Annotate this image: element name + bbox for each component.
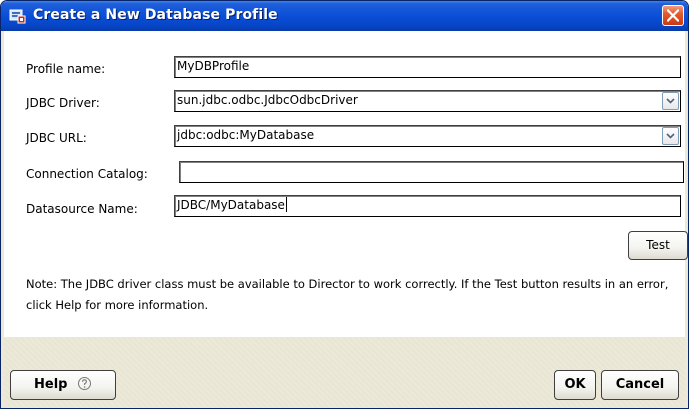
jdbc-url-value: jdbc:odbc:MyDatabase (177, 128, 315, 142)
connection-catalog-label: Connection Catalog: (26, 167, 148, 181)
chevron-down-icon (666, 133, 675, 139)
datasource-name-label: Datasource Name: (26, 202, 138, 216)
jdbc-url-select[interactable]: jdbc:odbc:MyDatabase (174, 125, 681, 147)
jdbc-url-dropdown-button[interactable] (662, 127, 679, 145)
chevron-down-icon (666, 98, 675, 104)
dialog-window: Create a New Database Profile Profile na… (0, 0, 689, 409)
jdbc-url-label: JDBC URL: (26, 131, 87, 145)
dialog-body: Profile name: MyDBProfile JDBC Driver: s… (4, 31, 688, 337)
help-button-label: Help (34, 377, 68, 392)
test-button[interactable]: Test (628, 231, 688, 260)
title-bar[interactable]: Create a New Database Profile (1, 1, 688, 31)
jdbc-driver-label: JDBC Driver: (26, 96, 100, 110)
profile-name-label: Profile name: (26, 62, 106, 76)
note-text: Note: The JDBC driver class must be avai… (26, 277, 669, 312)
database-profile-icon (9, 8, 26, 24)
cancel-button[interactable]: Cancel (601, 370, 679, 400)
profile-name-input[interactable]: MyDBProfile (174, 56, 681, 78)
ok-button[interactable]: OK (554, 370, 596, 400)
jdbc-driver-value: sun.jdbc.odbc.JdbcOdbcDriver (177, 93, 358, 107)
jdbc-driver-dropdown-button[interactable] (662, 92, 679, 110)
jdbc-driver-select[interactable]: sun.jdbc.odbc.JdbcOdbcDriver (174, 90, 681, 112)
close-icon (667, 9, 679, 22)
window-title: Create a New Database Profile (33, 7, 278, 23)
button-bar: Help OK Cancel (4, 337, 685, 407)
help-circle-icon (78, 377, 91, 390)
close-button[interactable] (662, 5, 684, 26)
connection-catalog-input[interactable] (179, 161, 684, 183)
help-button[interactable]: Help (10, 370, 116, 400)
text-cursor (285, 197, 287, 212)
datasource-name-value: JDBC/MyDatabase (177, 198, 285, 212)
datasource-name-input[interactable]: JDBC/MyDatabase (174, 195, 681, 217)
